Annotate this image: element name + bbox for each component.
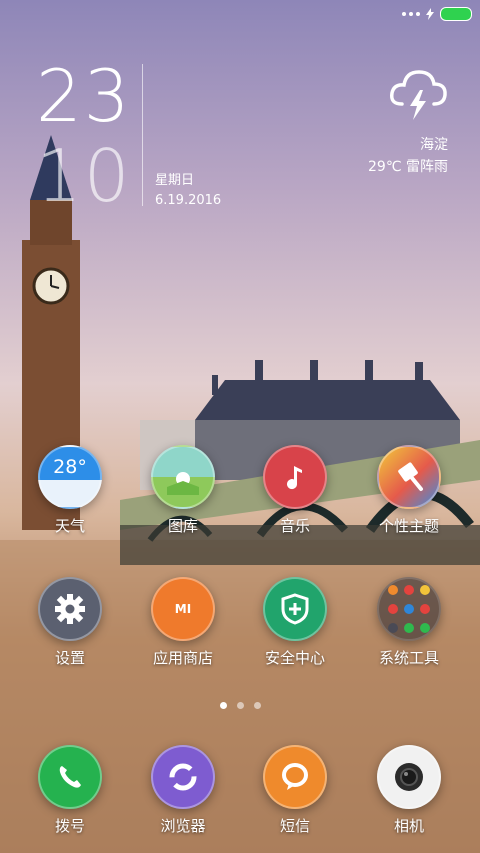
clock-minutes[interactable]: 10 xyxy=(36,140,132,212)
dock-phone[interactable]: 拨号 xyxy=(15,745,125,836)
gallery-icon xyxy=(151,445,215,509)
app-label-store: 应用商店 xyxy=(152,649,213,667)
app-label-gallery: 图库 xyxy=(167,517,198,535)
weather-icon: 28° xyxy=(38,445,102,509)
weekday-label: 星期日 xyxy=(155,173,195,188)
mi-logo: MI xyxy=(174,602,192,616)
dock-browser[interactable]: 浏览器 xyxy=(128,745,238,836)
security-shield-icon xyxy=(263,577,327,641)
app-label-themes: 个性主题 xyxy=(378,517,439,535)
page-dot-3[interactable] xyxy=(253,702,261,709)
dock-label-phone: 拨号 xyxy=(54,817,85,835)
system-tools-folder-icon xyxy=(377,577,441,641)
dock-label-sms: 短信 xyxy=(279,817,310,835)
date-label: 6.19.2016 xyxy=(155,193,222,208)
battery-icon xyxy=(440,7,472,21)
weather-city: 海淀 xyxy=(420,137,448,153)
theme-brush-icon xyxy=(377,445,441,509)
app-label-music: 音乐 xyxy=(279,517,310,535)
dock-sms[interactable]: 短信 xyxy=(240,745,350,836)
app-gallery[interactable]: 图库 xyxy=(128,445,238,536)
app-label-security: 安全中心 xyxy=(264,649,325,667)
dock-label-camera: 相机 xyxy=(393,817,424,835)
app-music[interactable]: 音乐 xyxy=(240,445,350,536)
camera-icon xyxy=(377,745,441,809)
clock-hours[interactable]: 23 xyxy=(36,60,132,132)
app-settings[interactable]: 设置 xyxy=(15,577,125,668)
charging-icon xyxy=(426,8,434,20)
app-label-weather: 天气 xyxy=(54,517,85,535)
app-themes[interactable]: 个性主题 xyxy=(354,445,464,536)
message-icon xyxy=(263,745,327,809)
app-store-icon: MI xyxy=(151,577,215,641)
signal-dots-icon xyxy=(402,12,420,16)
browser-icon xyxy=(151,745,215,809)
settings-gear-icon xyxy=(38,577,102,641)
app-label-settings: 设置 xyxy=(54,649,85,667)
thunderstorm-cloud-icon[interactable] xyxy=(386,60,450,124)
app-security[interactable]: 安全中心 xyxy=(240,577,350,668)
phone-icon xyxy=(38,745,102,809)
dock-camera[interactable]: 相机 xyxy=(354,745,464,836)
weather-temp: 29℃ 雷阵雨 xyxy=(368,159,448,175)
status-bar xyxy=(402,6,472,22)
dock-label-browser: 浏览器 xyxy=(160,817,206,835)
page-indicator xyxy=(0,702,480,709)
weather-badge: 28° xyxy=(53,456,87,478)
date-block[interactable]: 星期日 6.19.2016 xyxy=(155,171,221,211)
app-label-system-tools: 系统工具 xyxy=(378,649,439,667)
app-system-tools[interactable]: 系统工具 xyxy=(354,577,464,668)
app-weather[interactable]: 28° 天气 xyxy=(15,445,125,536)
page-dot-2[interactable] xyxy=(236,702,244,709)
clock-divider xyxy=(142,64,143,206)
app-store[interactable]: MI 应用商店 xyxy=(128,577,238,668)
page-dot-1[interactable] xyxy=(219,702,227,709)
music-icon xyxy=(263,445,327,509)
